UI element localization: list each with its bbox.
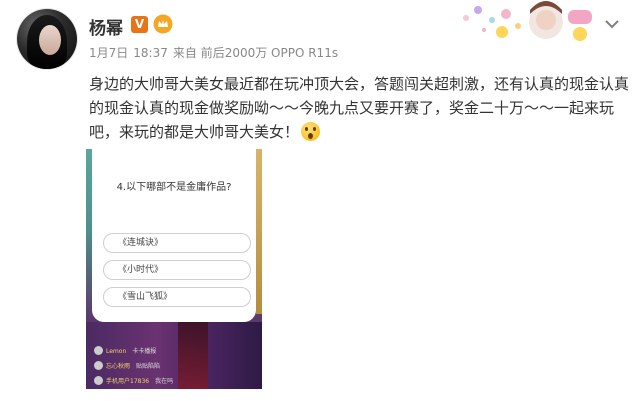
chevron-down-icon[interactable]	[604, 18, 620, 30]
quiz-question: 4.以下哪部不是金庸作品?	[116, 182, 232, 193]
crown-icon	[153, 14, 173, 34]
card-decoration-icon	[463, 1, 592, 41]
username[interactable]: 杨幂	[89, 14, 123, 39]
post-source: 来自 前后2000万 OPPO R11s	[172, 46, 339, 60]
comment-name: 忘心秋雨	[106, 363, 131, 370]
post-time[interactable]: 18:37	[133, 46, 168, 60]
live-comment: 手机用户17836 我在吗	[94, 376, 173, 388]
avatar[interactable]	[17, 9, 77, 69]
comment-text: 我在吗	[155, 378, 174, 385]
post-image[interactable]: 4.以下哪部不是金庸作品? 《连城诀》 《小时代》 《雪山飞狐》 Lemon 卡卡…	[86, 149, 262, 389]
comment-avatar	[94, 361, 103, 370]
comment-text: 卡卡播报	[132, 348, 157, 355]
comment-text: 贴贴陷陷	[136, 363, 161, 370]
live-comment: Lemon 卡卡播报	[94, 346, 156, 358]
live-comment: 忘心秋雨 贴贴陷陷	[94, 361, 160, 373]
quiz-option[interactable]: 《连城诀》	[103, 233, 251, 253]
post-content: 身边的大帅哥大美女最近都在玩冲顶大会，答题闯关超刺激，还有认真的现金认真的现金认…	[89, 72, 629, 144]
post-meta: 1月7日 18:37 来自 前后2000万 OPPO R11s	[89, 44, 343, 61]
scared-face-icon	[301, 122, 321, 141]
comment-avatar	[94, 376, 103, 385]
comment-name: Lemon	[106, 348, 127, 355]
quiz-card: 4.以下哪部不是金庸作品? 《连城诀》 《小时代》 《雪山飞狐》	[92, 149, 256, 322]
comment-avatar	[94, 346, 103, 355]
post-date[interactable]: 1月7日	[89, 46, 128, 60]
post-text: 身边的大帅哥大美女最近都在玩冲顶大会，答题闯关超刺激，还有认真的现金认真的现金认…	[89, 75, 630, 141]
avatar-face	[39, 25, 61, 55]
quiz-option[interactable]: 《雪山飞狐》	[103, 287, 251, 307]
comment-name: 手机用户17836	[106, 378, 150, 385]
verified-badge-icon: V	[131, 16, 148, 33]
image-gold-edge	[256, 149, 262, 314]
host-figure	[178, 322, 208, 389]
quiz-option[interactable]: 《小时代》	[103, 260, 251, 280]
